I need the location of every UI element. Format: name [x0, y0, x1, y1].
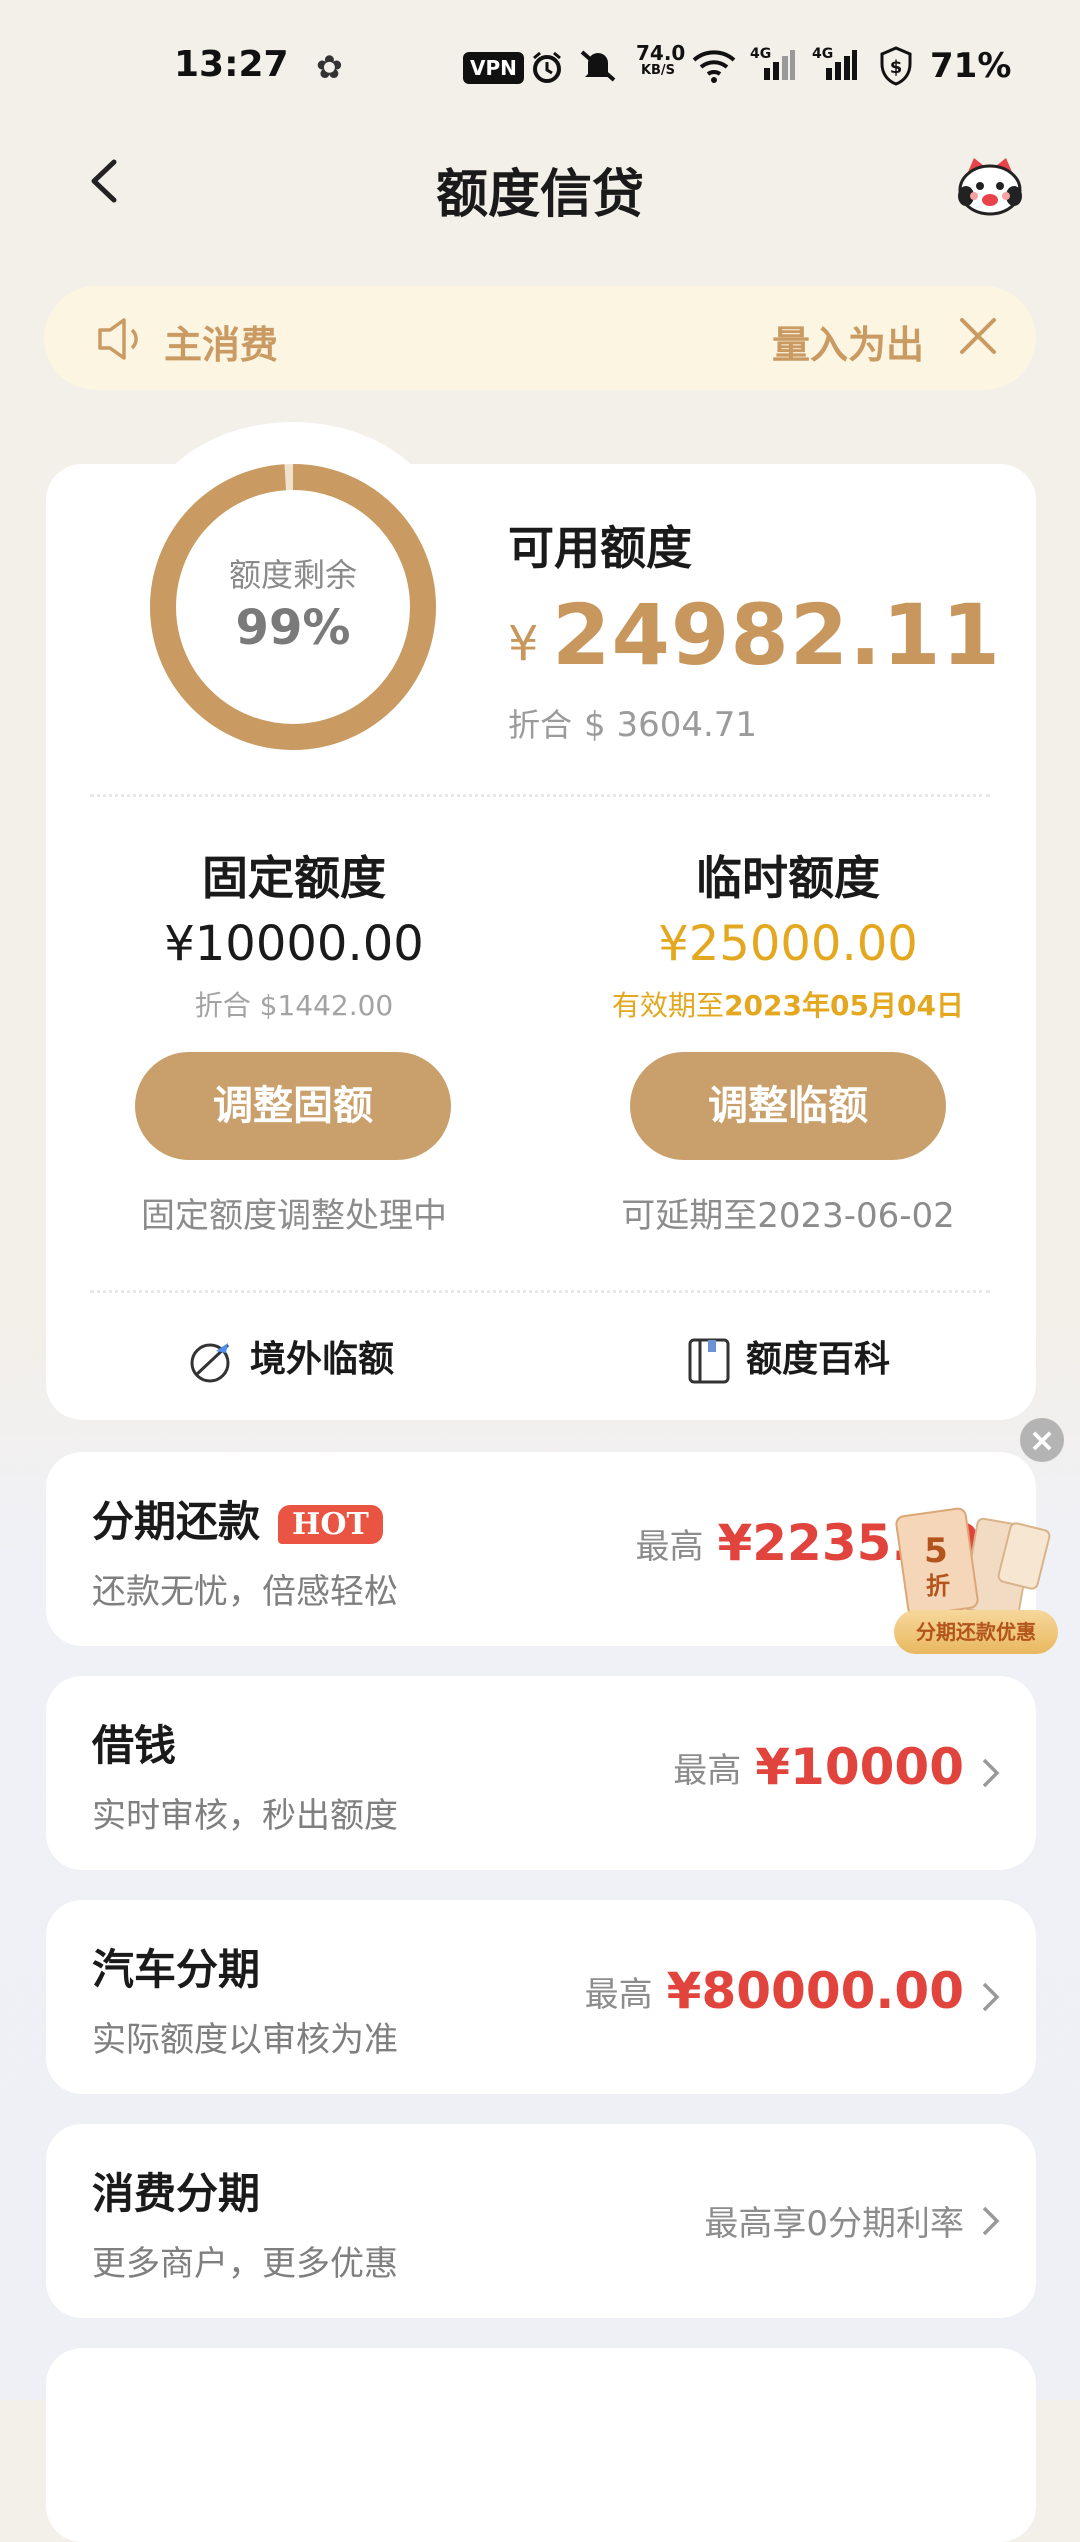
notice-text-right: 量入为出	[771, 323, 924, 367]
service-name: 借钱	[92, 1721, 177, 1770]
converted-label: 折合	[508, 706, 573, 744]
available-title: 可用额度	[508, 521, 692, 575]
svg-text:折: 折	[926, 1572, 950, 1600]
book-icon	[688, 1338, 730, 1384]
page-title: 额度信贷	[435, 165, 644, 225]
temporary-validity: 有效期至2023年05月04日	[578, 984, 998, 1024]
service-value: 最高 ¥10000	[673, 1738, 964, 1796]
available-amount: 24982.11	[552, 586, 1002, 684]
service-desc: 还款无忧，倍感轻松	[92, 1572, 398, 1612]
converted-amount: $ 3604.71	[584, 705, 758, 745]
plane-globe-icon	[190, 1343, 230, 1383]
fixed-converted: 折合 $1442.00	[194, 989, 394, 1022]
net-speed: 74.0 KB/S	[636, 41, 686, 78]
temporary-amount: ¥25000.00	[658, 916, 918, 972]
service-consumer-installment[interactable]: 消费分期 更多商户，更多优惠 最高享0分期利率	[46, 2124, 1036, 2318]
service-desc: 实际额度以审核为准	[92, 2020, 398, 2060]
validity-prefix: 有效期至	[612, 989, 725, 1022]
temporary-credit: 临时额度 ¥25000.00 有效期至2023年05月04日	[578, 842, 998, 1024]
service-value: 最高 ¥80000.00	[584, 1962, 964, 2020]
adjust-fixed-button[interactable]: 调整固额	[135, 1052, 451, 1160]
fixed-note: 固定额度调整处理中	[141, 1196, 447, 1236]
mute-icon	[580, 50, 616, 82]
notice-text-left: 主消费	[164, 323, 279, 367]
service-name: 分期还款 HOT	[92, 1488, 383, 1549]
fixed-amount: ¥10000.00	[164, 916, 424, 972]
hot-badge: HOT	[278, 1505, 383, 1544]
service-installment-repay[interactable]: 分期还款 HOT 还款无忧，倍感轻松 最高 ¥2235.00	[46, 1452, 1036, 1646]
service-name: 汽车分期	[92, 1945, 261, 1994]
mascot-avatar-icon[interactable]	[954, 150, 1026, 222]
overseas-temp-link[interactable]: 境外临额	[188, 1330, 394, 1385]
wifi-icon	[692, 50, 736, 83]
service-desc: 实时审核，秒出额度	[92, 1796, 398, 1836]
divider	[90, 1290, 990, 1293]
signal-4g-icon-2: 4G	[812, 46, 858, 90]
validity-date: 2023年05月04日	[724, 989, 964, 1022]
signal-4g-icon-1: 4G	[750, 46, 796, 90]
promo-label[interactable]: 分期还款优惠	[894, 1610, 1058, 1654]
ring-label: 额度剩余	[228, 556, 357, 594]
alarm-icon	[533, 51, 561, 83]
available-converted: 折合 $ 3604.71	[508, 700, 757, 746]
security-shield-icon: $	[880, 46, 912, 86]
temporary-note[interactable]: 可延期至2023-06-02	[578, 1188, 998, 1237]
service-next[interactable]	[46, 2348, 1036, 2542]
vpn-badge: VPN	[463, 52, 524, 84]
temporary-title: 临时额度	[696, 851, 880, 905]
speaker-icon	[98, 318, 138, 360]
chevron-right-icon	[982, 1758, 1000, 1788]
svg-text:5: 5	[924, 1531, 948, 1571]
service-name: 消费分期	[92, 2169, 261, 2218]
available-currency: ¥	[508, 616, 539, 672]
adjust-temporary-button[interactable]: 调整临额	[630, 1052, 946, 1160]
service-value: 最高享0分期利率	[704, 2204, 964, 2244]
status-bar: 13:27 ✿ VPN 74.0 KB/S 4G 4G $ 71%	[0, 0, 1080, 140]
dismiss-promo-button[interactable]: ×	[1020, 1418, 1064, 1462]
fixed-credit: 固定额度 ¥10000.00 折合 $1442.00	[84, 842, 504, 1024]
fixed-title: 固定额度	[202, 851, 386, 905]
notice-bar[interactable]: 主消费 量入为出	[44, 286, 1036, 390]
chevron-right-icon	[982, 2206, 1000, 2236]
divider	[90, 794, 990, 797]
ring-percent: 99%	[235, 600, 351, 656]
battery-level: 71%	[930, 46, 1012, 86]
svg-text:$: $	[890, 57, 903, 78]
close-icon[interactable]	[956, 314, 1000, 358]
chevron-right-icon	[982, 1982, 1000, 2012]
credit-encyclopedia-link[interactable]: 额度百科	[686, 1330, 890, 1386]
service-borrow[interactable]: 借钱 实时审核，秒出额度 最高 ¥10000	[46, 1676, 1036, 1870]
service-desc: 更多商户，更多优惠	[92, 2244, 398, 2284]
status-time: 13:27	[174, 44, 289, 85]
flower-icon: ✿	[316, 48, 343, 86]
service-car-installment[interactable]: 汽车分期 实际额度以审核为准 最高 ¥80000.00	[46, 1900, 1036, 2094]
